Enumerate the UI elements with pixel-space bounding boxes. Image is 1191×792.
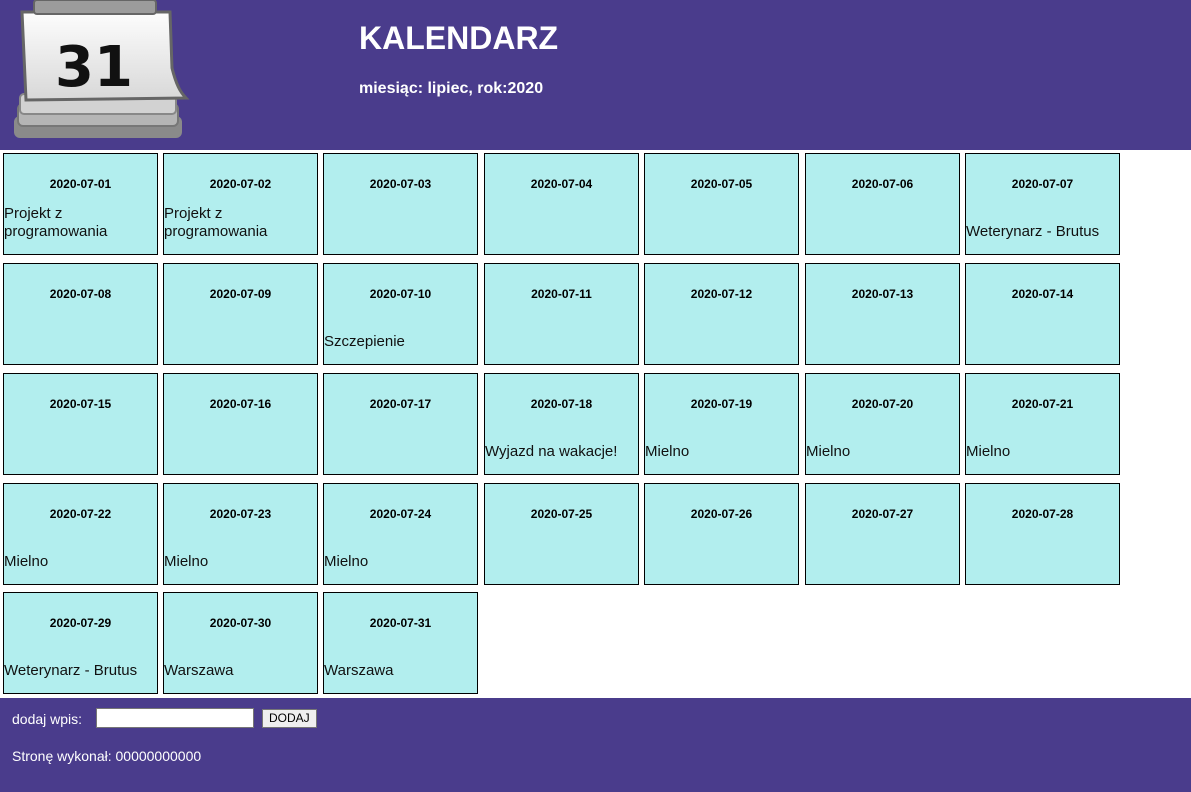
day-date: 2020-07-27 [851, 507, 914, 521]
day-cell: 2020-07-17 [323, 373, 478, 475]
day-note: Warszawa [164, 662, 234, 679]
day-note: Projekt z programowania [164, 205, 268, 240]
day-date: 2020-07-29 [49, 616, 112, 630]
day-cell: 2020-07-20 Mielno [805, 373, 960, 475]
day-cell: 2020-07-29 Weterynarz - Brutus [3, 592, 158, 694]
day-note: Mielno [806, 443, 851, 460]
day-date: 2020-07-20 [851, 397, 914, 411]
day-cell: 2020-07-30 Warszawa [163, 592, 318, 694]
day-date: 2020-07-30 [209, 616, 272, 630]
add-button[interactable]: DODAJ [262, 709, 317, 728]
day-date: 2020-07-22 [49, 507, 112, 521]
day-date: 2020-07-12 [690, 287, 753, 301]
day-note: Warszawa [324, 662, 394, 679]
day-cell: 2020-07-07 Weterynarz - Brutus [965, 153, 1120, 255]
day-date: 2020-07-15 [49, 397, 112, 411]
day-date: 2020-07-07 [1011, 177, 1074, 191]
day-cell: 2020-07-06 [805, 153, 960, 255]
day-cell: 2020-07-05 [644, 153, 799, 255]
day-date: 2020-07-31 [369, 616, 432, 630]
day-cell: 2020-07-01 Projekt z programowania [3, 153, 158, 255]
day-cell: 2020-07-12 [644, 263, 799, 365]
day-date: 2020-07-17 [369, 397, 432, 411]
day-date: 2020-07-03 [369, 177, 432, 191]
day-date: 2020-07-25 [530, 507, 593, 521]
day-note: Mielno [324, 553, 369, 570]
day-note: Szczepienie [324, 333, 405, 350]
day-note: Wyjazd na wakacje! [485, 443, 618, 460]
day-cell: 2020-07-25 [484, 483, 639, 585]
day-cell: 2020-07-23 Mielno [163, 483, 318, 585]
day-date: 2020-07-02 [209, 177, 272, 191]
day-date: 2020-07-10 [369, 287, 432, 301]
add-entry-input[interactable] [96, 708, 254, 728]
day-note: Weterynarz - Brutus [4, 662, 138, 679]
add-entry-label: dodaj wpis: [12, 711, 83, 727]
day-date: 2020-07-23 [209, 507, 272, 521]
calendar-icon: 31 [14, 0, 190, 138]
author-text: Stronę wykonał: 00000000000 [12, 748, 202, 764]
day-date: 2020-07-19 [690, 397, 753, 411]
day-date: 2020-07-08 [49, 287, 112, 301]
day-date: 2020-07-16 [209, 397, 272, 411]
calendar-logo-number: 31 [55, 35, 133, 100]
day-cell: 2020-07-02 Projekt z programowania [163, 153, 318, 255]
day-cell: 2020-07-21 Mielno [965, 373, 1120, 475]
page-subtitle: miesiąc: lipiec, rok:2020 [359, 80, 544, 97]
day-date: 2020-07-01 [49, 177, 112, 191]
day-date: 2020-07-26 [690, 507, 753, 521]
day-cell: 2020-07-13 [805, 263, 960, 365]
calendar-grid: 2020-07-01 Projekt z programowania 2020-07… [0, 150, 1191, 698]
day-date: 2020-07-13 [851, 287, 914, 301]
day-cell: 2020-07-08 [3, 263, 158, 365]
day-cell: 2020-07-28 [965, 483, 1120, 585]
day-cell: 2020-07-15 [3, 373, 158, 475]
day-date: 2020-07-06 [851, 177, 914, 191]
day-note: Mielno [164, 553, 209, 570]
day-cell: 2020-07-16 [163, 373, 318, 475]
day-date: 2020-07-14 [1011, 287, 1074, 301]
day-note: Weterynarz - Brutus [966, 223, 1100, 240]
day-cell: 2020-07-18 Wyjazd na wakacje! [484, 373, 639, 475]
day-date: 2020-07-05 [690, 177, 753, 191]
day-cell: 2020-07-14 [965, 263, 1120, 365]
day-cell: 2020-07-27 [805, 483, 960, 585]
page-title: KALENDARZ [359, 20, 559, 56]
day-date: 2020-07-11 [531, 287, 592, 301]
day-cell: 2020-07-31 Warszawa [323, 592, 478, 694]
day-cell: 2020-07-26 [644, 483, 799, 585]
footer: dodaj wpis: DODAJ Stronę wykonał: 000000… [0, 698, 1191, 792]
day-cell: 2020-07-19 Mielno [644, 373, 799, 475]
day-cell: 2020-07-11 [484, 263, 639, 365]
day-date: 2020-07-28 [1011, 507, 1074, 521]
day-note: Mielno [966, 443, 1011, 460]
day-cell: 2020-07-24 Mielno [323, 483, 478, 585]
day-date: 2020-07-18 [530, 397, 593, 411]
day-cell: 2020-07-09 [163, 263, 318, 365]
day-date: 2020-07-09 [209, 287, 272, 301]
day-date: 2020-07-21 [1011, 397, 1074, 411]
day-cell: 2020-07-10 Szczepienie [323, 263, 478, 365]
day-cell: 2020-07-22 Mielno [3, 483, 158, 585]
day-note: Mielno [4, 553, 49, 570]
day-cell: 2020-07-03 [323, 153, 478, 255]
day-cell: 2020-07-04 [484, 153, 639, 255]
day-note: Mielno [645, 443, 690, 460]
day-date: 2020-07-04 [530, 177, 593, 191]
header-banner: 31 KALENDARZ miesiąc: lipiec, rok:2020 [0, 0, 1191, 150]
day-date: 2020-07-24 [369, 507, 432, 521]
day-note: Projekt z programowania [4, 205, 108, 240]
